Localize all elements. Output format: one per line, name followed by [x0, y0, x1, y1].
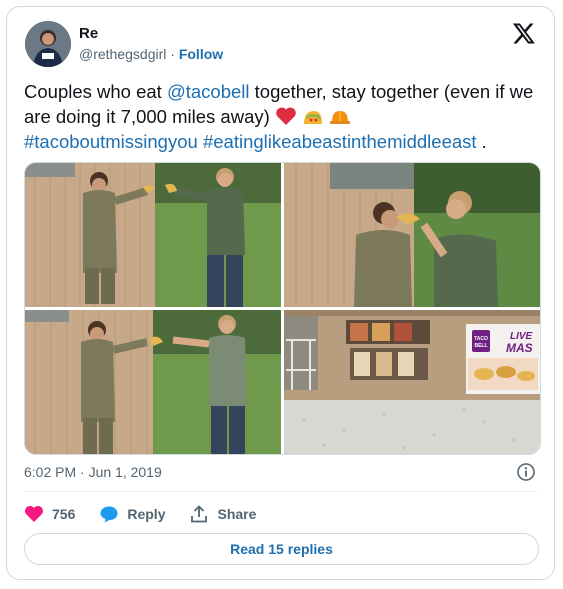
follow-button[interactable]: Follow [179, 46, 223, 62]
heart-emoji-icon [276, 107, 296, 125]
read-replies-button[interactable]: Read 15 replies [24, 533, 539, 565]
photo-3[interactable] [25, 310, 281, 454]
info-icon[interactable] [516, 462, 536, 482]
share-button[interactable]: Share [189, 505, 256, 523]
tweet-text-part: . [476, 131, 487, 152]
like-count: 756 [52, 506, 76, 522]
heart-icon [25, 506, 43, 522]
handle[interactable]: @rethegsdgirl [79, 46, 166, 62]
taco-emoji-icon [304, 111, 323, 124]
share-icon [191, 505, 208, 523]
divider [24, 491, 539, 492]
sign-brand-text-1: TACO [474, 336, 488, 342]
tweet-card: Re @rethegsdgirl · Follow Couples who ea… [6, 6, 555, 580]
handle-row: @rethegsdgirl · Follow [79, 46, 223, 62]
mention-link[interactable]: @tacobell [167, 81, 250, 102]
reply-button[interactable]: Reply [99, 505, 165, 523]
display-name[interactable]: Re [79, 25, 98, 42]
tweet-text-part: Couples who eat [24, 81, 167, 102]
share-label: Share [217, 506, 257, 522]
avatar[interactable] [25, 21, 71, 67]
hashtag-link[interactable]: #tacoboutmissingyou [24, 131, 198, 152]
photo-2[interactable] [284, 163, 540, 307]
hashtag-link[interactable]: #eatinglikeabeastinthemiddleeast [203, 131, 477, 152]
photo-grid: TACO BELL LIVE MAS [24, 162, 541, 455]
timestamp[interactable]: 6:02 PM · Jun 1, 2019 [24, 464, 162, 480]
photo-1[interactable] [25, 163, 281, 307]
separator: · [166, 46, 179, 62]
x-logo-icon[interactable] [512, 21, 536, 45]
sign-mas-text: MAS [506, 341, 533, 355]
sign-brand-text-2: BELL [474, 343, 487, 349]
tweet-text: Couples who eat @tacobell together, stay… [24, 79, 539, 154]
like-button[interactable]: 756 [24, 505, 75, 523]
reply-label: Reply [127, 506, 166, 522]
reply-bubble-icon [100, 506, 118, 523]
photo-4[interactable]: TACO BELL LIVE MAS [284, 310, 540, 454]
action-bar: 756 Reply Share [24, 503, 280, 525]
helmet-emoji-icon [330, 111, 351, 124]
